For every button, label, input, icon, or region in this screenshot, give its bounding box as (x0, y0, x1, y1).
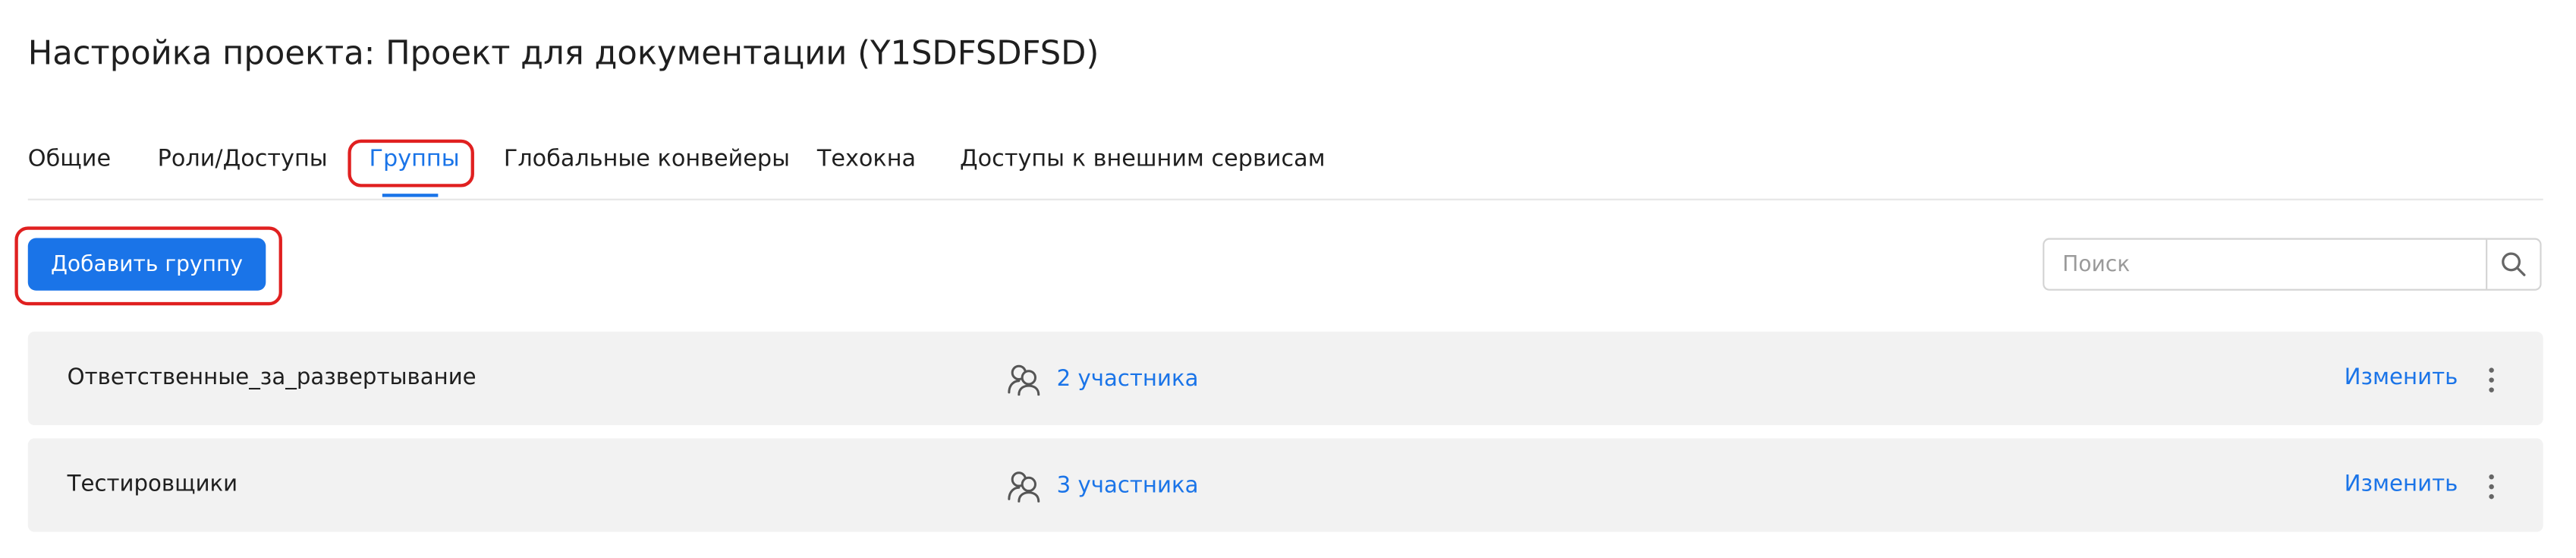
more-vertical-icon[interactable] (2474, 468, 2507, 504)
tab-label: Глобальные конвейеры (503, 146, 791, 173)
tab-external-services-access[interactable]: Доступы к внешним сервисам (960, 138, 1326, 197)
tab-groups[interactable]: Группы (370, 138, 460, 197)
edit-group-link[interactable]: Изменить (2345, 332, 2458, 425)
tab-maintenance-windows[interactable]: Техокна (817, 138, 916, 197)
group-row: Тестировщики 3 участника Изменить (27, 438, 2543, 532)
members-count: 3 участника (1056, 471, 1199, 499)
search-input[interactable] (2044, 239, 2486, 289)
users-icon (1008, 471, 1040, 502)
tab-general[interactable]: Общие (28, 138, 111, 197)
tab-label: Техокна (816, 146, 917, 173)
members-count: 2 участника (1056, 365, 1199, 392)
search-box (2043, 238, 2542, 291)
group-members-link[interactable]: 3 участника (1008, 438, 1199, 531)
search-icon (2502, 252, 2526, 276)
tab-roles-access[interactable]: Роли/Доступы (158, 138, 328, 197)
add-group-button[interactable]: Добавить группу (27, 238, 266, 291)
tabs-bar: Общие Роли/Доступы Группы Глобальные кон… (27, 138, 2543, 200)
tab-label: Роли/Доступы (157, 146, 328, 173)
group-name: Ответственные_за_развертывание (67, 364, 477, 391)
tab-label: Группы (369, 146, 460, 173)
tab-label: Доступы к внешним сервисам (960, 146, 1326, 173)
search-button[interactable] (2486, 239, 2540, 289)
tab-global-pipelines[interactable]: Глобальные конвейеры (504, 138, 790, 197)
page-title: Настройка проекта: Проект для документац… (27, 33, 1099, 73)
users-icon (1008, 364, 1040, 396)
more-vertical-icon[interactable] (2474, 361, 2507, 398)
group-name: Тестировщики (67, 471, 238, 498)
tab-label: Общие (27, 146, 112, 173)
active-tab-indicator (382, 194, 439, 197)
project-settings-page: Настройка проекта: Проект для документац… (0, 0, 2576, 558)
edit-group-link[interactable]: Изменить (2345, 438, 2458, 531)
group-members-link[interactable]: 2 участника (1008, 332, 1199, 425)
group-row: Ответственные_за_развертывание 2 участни… (27, 331, 2543, 426)
